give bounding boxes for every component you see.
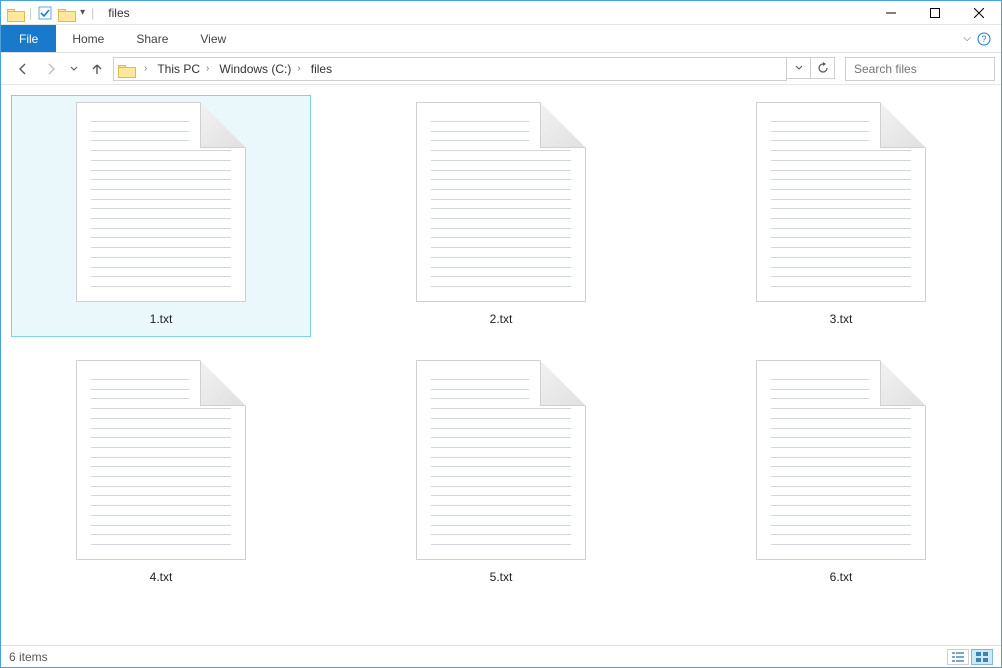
text-file-icon xyxy=(756,360,926,560)
minimize-button[interactable] xyxy=(869,1,913,24)
folder-icon xyxy=(7,7,23,19)
address-bar[interactable]: › This PC › Windows (C:) › files xyxy=(113,57,787,81)
up-button[interactable] xyxy=(85,57,109,81)
window-controls xyxy=(869,1,1001,24)
file-name: 6.txt xyxy=(830,570,853,584)
back-button[interactable] xyxy=(11,57,35,81)
title-bar: | ▾ | files xyxy=(1,1,1001,25)
file-item[interactable]: 2.txt xyxy=(351,95,651,337)
text-file-icon xyxy=(416,360,586,560)
breadcrumb-folder[interactable]: files xyxy=(307,62,336,76)
new-folder-icon[interactable] xyxy=(58,7,74,19)
file-item[interactable]: 3.txt xyxy=(691,95,991,337)
tab-home[interactable]: Home xyxy=(56,25,120,52)
navigation-bar: › This PC › Windows (C:) › files xyxy=(1,53,1001,85)
file-name: 2.txt xyxy=(490,312,513,326)
breadcrumb-label: Windows (C:) xyxy=(219,62,291,76)
breadcrumb-chevron-root[interactable]: › xyxy=(136,63,151,74)
recent-locations-dropdown[interactable] xyxy=(67,57,81,81)
ribbon: File Home Share View ⌵ ? xyxy=(1,25,1001,53)
details-view-button[interactable] xyxy=(947,649,969,665)
qat-separator-2: | xyxy=(91,6,94,20)
close-button[interactable] xyxy=(957,1,1001,24)
file-item[interactable]: 1.txt xyxy=(11,95,311,337)
file-tab[interactable]: File xyxy=(1,25,56,52)
chevron-right-icon: › xyxy=(293,63,300,74)
breadcrumb-label: This PC xyxy=(157,62,200,76)
properties-icon[interactable] xyxy=(38,6,52,20)
status-text: 6 items xyxy=(9,650,48,664)
file-name: 1.txt xyxy=(150,312,173,326)
view-toggle xyxy=(947,649,993,665)
address-folder-icon xyxy=(118,63,134,75)
address-history-dropdown[interactable] xyxy=(787,57,811,79)
file-name: 5.txt xyxy=(490,570,513,584)
window-title: files xyxy=(108,6,129,20)
text-file-icon xyxy=(416,102,586,302)
maximize-button[interactable] xyxy=(913,1,957,24)
file-item[interactable]: 5.txt xyxy=(351,353,651,595)
text-file-icon xyxy=(756,102,926,302)
status-bar: 6 items xyxy=(1,645,1001,667)
svg-text:?: ? xyxy=(981,34,986,44)
tab-share[interactable]: Share xyxy=(120,25,184,52)
help-icon[interactable]: ? xyxy=(977,32,991,46)
chevron-right-icon: › xyxy=(202,63,209,74)
qat-customize-dropdown[interactable]: ▾ xyxy=(80,7,85,18)
large-icons-view-button[interactable] xyxy=(971,649,993,665)
breadcrumb-label: files xyxy=(311,62,332,76)
breadcrumb-this-pc[interactable]: This PC › xyxy=(153,62,213,76)
text-file-icon xyxy=(76,360,246,560)
breadcrumb-drive[interactable]: Windows (C:) › xyxy=(215,62,304,76)
quick-access-toolbar: | ▾ | xyxy=(1,6,100,20)
ribbon-help[interactable]: ⌵ ? xyxy=(963,25,1001,52)
search-box[interactable] xyxy=(845,57,995,81)
file-name: 4.txt xyxy=(150,570,173,584)
text-file-icon xyxy=(76,102,246,302)
refresh-button[interactable] xyxy=(811,57,835,79)
qat-separator: | xyxy=(29,6,32,20)
file-list[interactable]: 1.txt 2.txt 3.txt 4.txt 5.txt 6.txt xyxy=(1,87,1001,645)
chevron-down-icon: ⌵ xyxy=(963,33,971,44)
file-item[interactable]: 6.txt xyxy=(691,353,991,595)
file-name: 3.txt xyxy=(830,312,853,326)
tab-view[interactable]: View xyxy=(184,25,242,52)
file-item[interactable]: 4.txt xyxy=(11,353,311,595)
forward-button[interactable] xyxy=(39,57,63,81)
search-input[interactable] xyxy=(852,61,1002,77)
